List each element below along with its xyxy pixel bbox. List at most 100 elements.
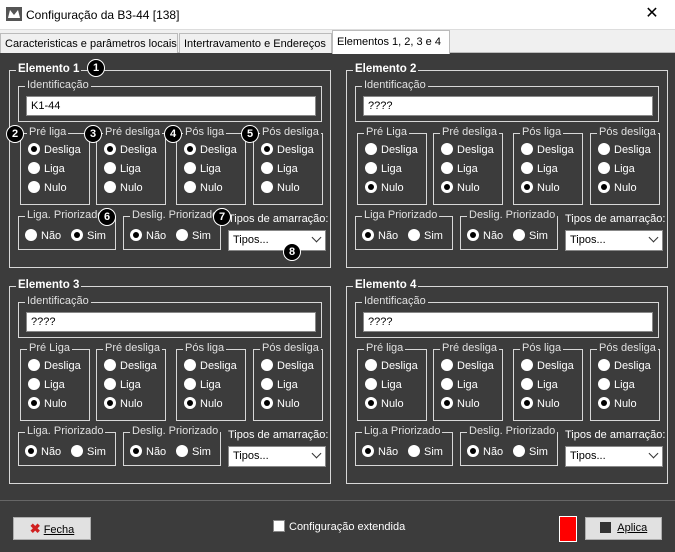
identificacao-input[interactable]: K1-44	[26, 96, 316, 116]
radio-desliga[interactable]: Desliga	[598, 359, 651, 374]
radio-circle[interactable]	[408, 445, 420, 458]
radio-circle[interactable]	[104, 181, 116, 194]
radio-circle[interactable]	[261, 378, 273, 391]
radio-desliga[interactable]: Desliga	[441, 143, 494, 158]
radio-liga[interactable]: Liga	[104, 378, 141, 393]
radio-circle[interactable]	[441, 397, 453, 410]
radio-circle[interactable]	[598, 181, 610, 194]
radio-desliga[interactable]: Desliga	[104, 359, 157, 374]
radio-liga[interactable]: Liga	[365, 378, 402, 393]
radio-circle[interactable]	[176, 445, 188, 458]
radio-circle[interactable]	[184, 397, 196, 410]
radio-sim[interactable]: Sim	[408, 229, 443, 244]
radio-liga[interactable]: Liga	[521, 162, 558, 177]
radio-nulo[interactable]: Nulo	[104, 181, 143, 196]
radio-circle[interactable]	[28, 181, 40, 194]
radio-liga[interactable]: Liga	[521, 378, 558, 393]
radio-sim[interactable]: Sim	[176, 229, 211, 244]
radio-desliga[interactable]: Desliga	[28, 143, 81, 158]
radio-liga[interactable]: Liga	[261, 162, 298, 177]
identificacao-input[interactable]: ????	[26, 312, 316, 332]
radio-circle[interactable]	[261, 143, 273, 156]
radio-nulo[interactable]: Nulo	[441, 397, 480, 412]
radio-circle[interactable]	[28, 397, 40, 410]
radio-circle[interactable]	[184, 378, 196, 391]
radio-nulo[interactable]: Nulo	[598, 397, 637, 412]
radio-circle[interactable]	[184, 181, 196, 194]
radio-circle[interactable]	[104, 378, 116, 391]
radio-circle[interactable]	[521, 397, 533, 410]
radio-circle[interactable]	[441, 181, 453, 194]
radio-desliga[interactable]: Desliga	[598, 143, 651, 158]
radio-sim[interactable]: Sim	[513, 229, 548, 244]
radio-liga[interactable]: Liga	[441, 378, 478, 393]
radio-desliga[interactable]: Desliga	[441, 359, 494, 374]
radio-liga[interactable]: Liga	[28, 162, 65, 177]
radio-liga[interactable]: Liga	[184, 378, 221, 393]
radio-nulo[interactable]: Nulo	[261, 397, 300, 412]
radio-circle[interactable]	[365, 378, 377, 391]
radio-sim[interactable]: Sim	[176, 445, 211, 460]
radio-circle[interactable]	[184, 162, 196, 175]
radio-desliga[interactable]: Desliga	[261, 143, 314, 158]
radio-circle[interactable]	[365, 181, 377, 194]
radio-circle[interactable]	[28, 143, 40, 156]
radio-circle[interactable]	[521, 162, 533, 175]
radio-nulo[interactable]: Nulo	[521, 181, 560, 196]
radio-circle[interactable]	[104, 397, 116, 410]
radio-liga[interactable]: Liga	[598, 378, 635, 393]
radio-desliga[interactable]: Desliga	[521, 359, 574, 374]
aplica-button[interactable]: Aplica	[585, 517, 662, 540]
radio-nulo[interactable]: Nulo	[184, 397, 223, 412]
radio-nulo[interactable]: Nulo	[28, 397, 67, 412]
radio-circle[interactable]	[25, 229, 37, 242]
radio-circle[interactable]	[28, 359, 40, 372]
radio-circle[interactable]	[521, 181, 533, 194]
radio-nao[interactable]: Não	[25, 445, 61, 460]
radio-nao[interactable]: Não	[362, 229, 398, 244]
configuracao-extendida-checkbox[interactable]: Configuração extendida	[273, 520, 405, 533]
radio-circle[interactable]	[104, 162, 116, 175]
radio-nao[interactable]: Não	[130, 229, 166, 244]
radio-circle[interactable]	[441, 162, 453, 175]
radio-desliga[interactable]: Desliga	[261, 359, 314, 374]
radio-nulo[interactable]: Nulo	[261, 181, 300, 196]
radio-nulo[interactable]: Nulo	[598, 181, 637, 196]
radio-nao[interactable]: Não	[25, 229, 61, 244]
radio-liga[interactable]: Liga	[598, 162, 635, 177]
radio-circle[interactable]	[408, 229, 420, 242]
radio-liga[interactable]: Liga	[184, 162, 221, 177]
radio-circle[interactable]	[104, 143, 116, 156]
radio-circle[interactable]	[598, 397, 610, 410]
radio-sim[interactable]: Sim	[71, 445, 106, 460]
radio-circle[interactable]	[441, 378, 453, 391]
radio-circle[interactable]	[365, 359, 377, 372]
radio-circle[interactable]	[598, 162, 610, 175]
radio-circle[interactable]	[261, 181, 273, 194]
radio-nao[interactable]: Não	[467, 445, 503, 460]
radio-circle[interactable]	[25, 445, 37, 458]
radio-circle[interactable]	[521, 143, 533, 156]
radio-circle[interactable]	[365, 143, 377, 156]
amarracao-select[interactable]: Tipos...	[228, 446, 326, 467]
radio-circle[interactable]	[261, 397, 273, 410]
radio-circle[interactable]	[362, 445, 374, 458]
radio-sim[interactable]: Sim	[71, 229, 106, 244]
radio-circle[interactable]	[184, 359, 196, 372]
radio-circle[interactable]	[104, 359, 116, 372]
radio-nao[interactable]: Não	[130, 445, 166, 460]
radio-liga[interactable]: Liga	[104, 162, 141, 177]
amarracao-select[interactable]: Tipos...	[565, 230, 663, 251]
radio-circle[interactable]	[365, 397, 377, 410]
radio-nulo[interactable]: Nulo	[28, 181, 67, 196]
radio-desliga[interactable]: Desliga	[365, 143, 418, 158]
radio-circle[interactable]	[521, 359, 533, 372]
tab-elementos[interactable]: Elementos 1, 2, 3 e 4	[332, 30, 450, 54]
radio-circle[interactable]	[513, 229, 525, 242]
radio-nulo[interactable]: Nulo	[441, 181, 480, 196]
radio-desliga[interactable]: Desliga	[521, 143, 574, 158]
radio-circle[interactable]	[598, 143, 610, 156]
identificacao-input[interactable]: ????	[363, 312, 653, 332]
radio-desliga[interactable]: Desliga	[28, 359, 81, 374]
radio-circle[interactable]	[130, 229, 142, 242]
